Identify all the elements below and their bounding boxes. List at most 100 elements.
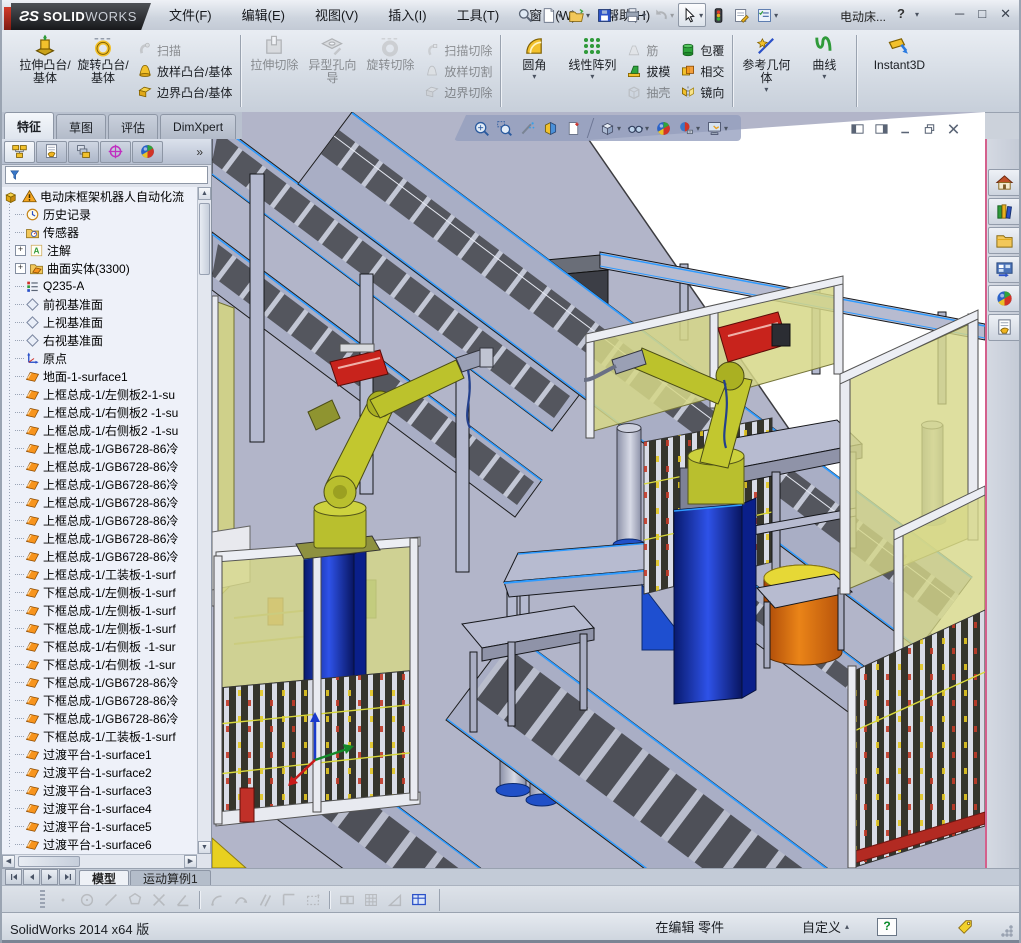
sketch-rectangle-button[interactable] [335,889,359,911]
sketch-polygon-button[interactable] [123,889,147,911]
tag-icon[interactable] [955,918,975,936]
tree-item[interactable]: 过渡平台-1-surface1 [2,745,197,763]
draft-button[interactable]: 拔模 [621,61,675,82]
rib-button[interactable]: 筋 [621,40,675,61]
display-style-button[interactable]: ▾ [624,120,652,137]
tab-sketch[interactable]: 草图 [56,114,107,139]
tree-item[interactable]: 上框总成-1/GB6728-86冷 [2,457,197,475]
tab-evaluate[interactable]: 评估 [108,114,159,139]
tree-item[interactable]: 上框总成-1/右侧板2 -1-su [2,421,197,439]
boundary-cut-button[interactable]: 边界切除 [419,82,497,103]
rebuild-button[interactable] [708,4,729,26]
tree-item[interactable]: Q235-A [2,277,197,295]
tree-item[interactable]: 下框总成-1/左侧板-1-surf [2,601,197,619]
tree-item[interactable]: 下框总成-1/GB6728-86冷 [2,673,197,691]
sketch-angle-button[interactable] [171,889,195,911]
tree-item[interactable]: 下框总成-1/GB6728-86冷 [2,691,197,709]
custom-caret[interactable]: ▴ [845,922,849,931]
tree-item[interactable]: 下框总成-1/右侧板 -1-sur [2,655,197,673]
tree-filter-input[interactable] [5,166,208,184]
sketch-corner-button[interactable] [277,889,301,911]
section-view-button[interactable] [539,120,562,137]
help-button[interactable]: ? [897,6,905,21]
menu-insert[interactable]: 插入(I) [373,0,441,29]
taskpane-appearances-button[interactable] [987,285,1019,312]
swept-boss-button[interactable]: 扫描 [132,40,237,61]
tree-item[interactable]: 过渡平台-1-surface4 [2,799,197,817]
custom-dropdown[interactable]: 自定义 [802,917,841,936]
tree-item[interactable]: 上框总成-1/GB6728-86冷 [2,493,197,511]
quick-tips-button[interactable]: ? [877,917,897,936]
tree-item[interactable]: 前视基准面 [2,295,197,313]
boss-revolve-button[interactable]: 旋转凸台/基体 [74,30,132,112]
zoom-fit-button[interactable] [470,120,493,137]
intersect-button[interactable]: 相交 [675,61,729,82]
new-document-button[interactable]: ▾ [538,4,564,26]
sketch-table-button[interactable] [407,889,431,911]
curves-button[interactable]: 曲线 ▾ [795,30,853,112]
tree-item[interactable]: 上框总成-1/GB6728-86冷 [2,529,197,547]
task-scheduler-button[interactable]: ▾ [754,4,780,26]
close-button[interactable]: ✕ [1000,4,1011,24]
sketch-point-button[interactable] [51,889,75,911]
extruded-cut-button[interactable]: 拉伸切除 [245,30,303,112]
doc-restore-button[interactable] [922,120,937,138]
linear-pattern-button[interactable]: 线性阵列 ▾ [563,30,621,112]
menu-view[interactable]: 视图(V) [300,0,373,29]
dropdown-caret[interactable]: ▾ [590,72,594,81]
sketch-setsquare-button[interactable] [383,889,407,911]
hole-wizard-button[interactable]: 异型孔向导 [303,30,361,112]
dropdown-caret[interactable]: ▾ [558,11,562,20]
sketch-line-button[interactable] [99,889,123,911]
sketch-convert-button[interactable] [229,889,253,911]
view-orientation-button[interactable]: ▾ [596,120,624,137]
tab-model[interactable]: 模型 [79,870,130,886]
taskpane-view-palette-button[interactable] [987,256,1019,283]
dropdown-caret[interactable]: ▾ [614,11,618,20]
tab-scroll-last-button[interactable] [59,869,76,885]
graphics-area[interactable]: ▾ ▾ ▾ ▾ [212,112,985,868]
dropdown-caret[interactable]: ▾ [764,85,768,94]
tree-root-part[interactable]: 电动床框架机器人自动化流 [2,187,197,205]
sketch-grid-button[interactable] [359,889,383,911]
wrap-button[interactable]: 包覆 [675,40,729,61]
sketch-circle-button[interactable] [75,889,99,911]
view-settings-button[interactable]: ▾ [703,120,731,137]
annotation-view-button[interactable] [562,120,585,137]
dropdown-caret[interactable]: ▾ [774,11,778,20]
zoom-area-button[interactable] [493,120,516,137]
dropdown-caret[interactable]: ▾ [586,11,590,20]
dropdown-caret[interactable]: ▾ [642,11,646,20]
tab-features[interactable]: 特征 [4,112,55,139]
maximize-button[interactable]: □ [978,4,986,24]
lofted-boss-button[interactable]: 放样凸台/基体 [132,61,237,82]
scroll-down-arrow[interactable]: ▼ [198,841,211,854]
shell-button[interactable]: 抽壳 [621,82,675,103]
sketch-points-button[interactable] [301,889,325,911]
tree-item[interactable]: 上框总成-1/GB6728-86冷 [2,511,197,529]
doc-minimize-button[interactable] [898,120,913,138]
tree-item[interactable]: 地面-1-surface1 [2,367,197,385]
expand-toggle[interactable]: + [15,244,26,256]
tree-item[interactable]: 过渡平台-1-surface5 [2,817,197,835]
tab-featuremanager-tree[interactable] [4,140,35,163]
dropdown-caret[interactable]: ▾ [699,11,703,20]
scroll-thumb[interactable] [18,856,80,867]
help-caret[interactable]: ▾ [915,10,919,19]
doc-close-button[interactable] [946,120,961,138]
save-button[interactable]: ▾ [594,4,620,26]
tree-item[interactable]: 上框总成-1/GB6728-86冷 [2,439,197,457]
tree-item[interactable]: 上框总成-1/GB6728-86冷 [2,475,197,493]
mirror-button[interactable]: 镜向 [675,82,729,103]
tab-dimxpert[interactable]: DimXpert [160,114,237,139]
tree-item[interactable]: 下框总成-1/右侧板 -1-sur [2,637,197,655]
dropdown-caret[interactable]: ▾ [670,11,674,20]
options-button[interactable] [731,4,752,26]
print-button[interactable]: ▾ [622,4,648,26]
undo-button[interactable]: ▾ [650,4,676,26]
pane-toggle-right-button[interactable] [874,120,889,138]
dropdown-caret[interactable]: ▾ [724,124,728,133]
tree-item[interactable]: 历史记录 [2,205,197,223]
open-button[interactable]: ▾ [566,4,592,26]
tree-item[interactable]: 上框总成-1/工装板-1-surf [2,565,197,583]
